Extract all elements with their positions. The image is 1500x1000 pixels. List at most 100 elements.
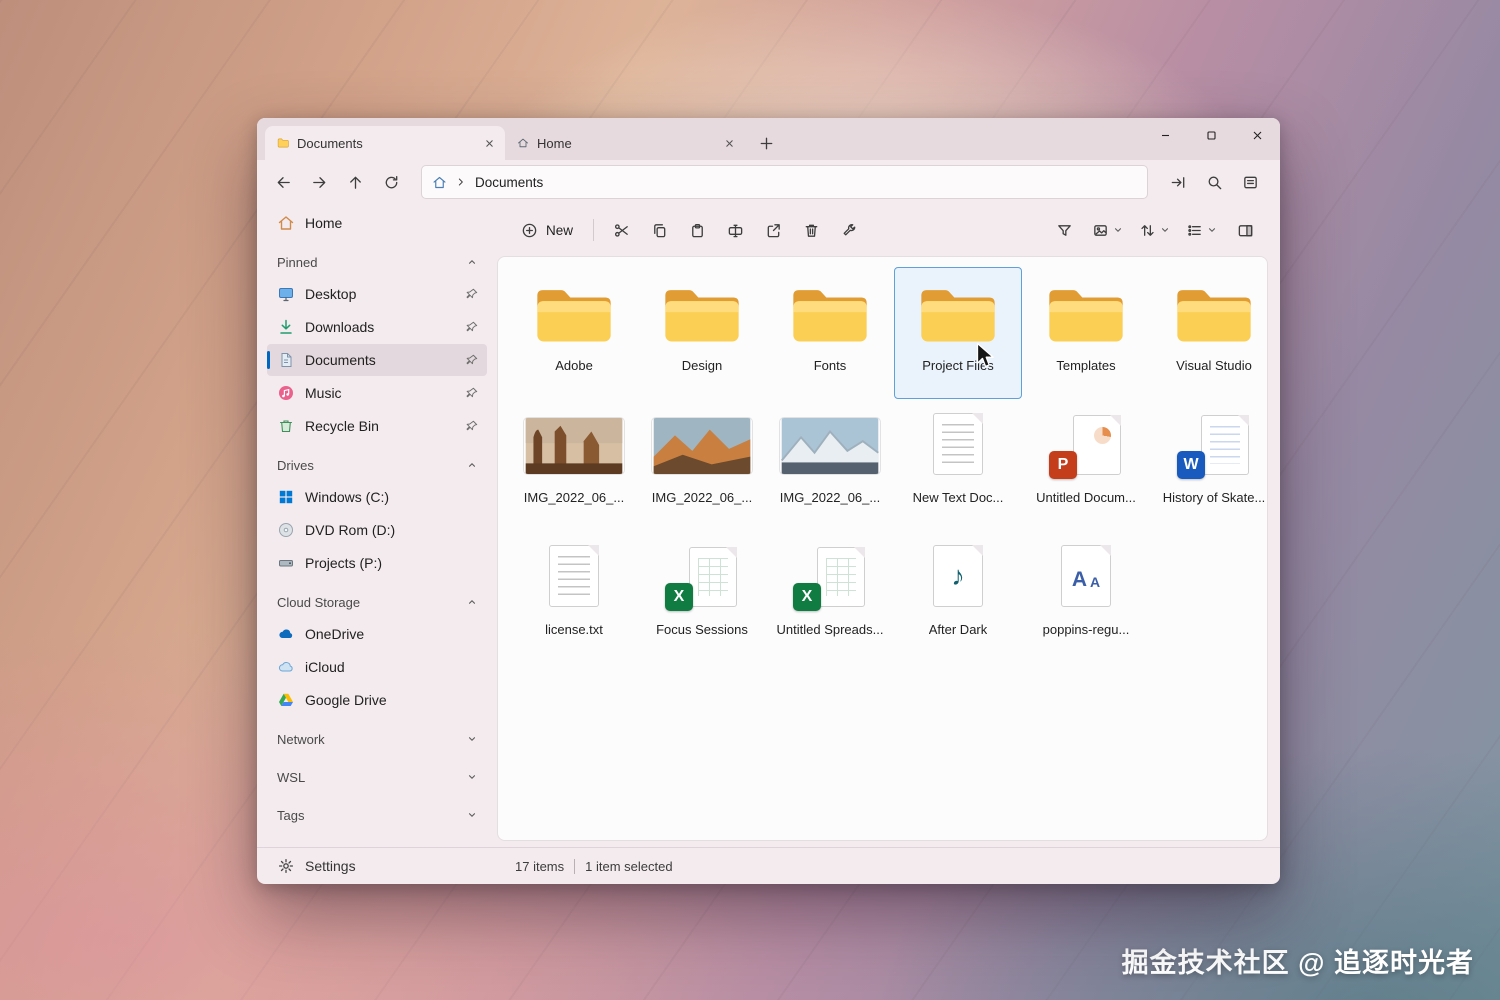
settings-label: Settings — [305, 858, 356, 874]
pin-icon[interactable] — [465, 419, 479, 433]
tab-documents[interactable]: Documents — [265, 126, 505, 160]
file-name: IMG_2022_06_... — [779, 490, 881, 505]
sidebar-item-label: Projects (P:) — [305, 555, 383, 571]
address-bar[interactable]: Documents — [421, 165, 1148, 199]
rename-button[interactable] — [716, 213, 754, 247]
file-tile[interactable]: IMG_2022_06_... — [510, 399, 638, 531]
file-name: Untitled Spreads... — [776, 622, 884, 637]
sidebar-section-cloud-storage[interactable]: Cloud Storage — [265, 587, 491, 617]
group-button[interactable] — [1179, 213, 1224, 247]
sidebar-section-wsl[interactable]: WSL — [265, 762, 491, 792]
pin-icon[interactable] — [465, 386, 479, 400]
sidebar-section-drives[interactable]: Drives — [265, 450, 491, 480]
properties-button[interactable] — [830, 213, 868, 247]
sidebar-item-downloads[interactable]: Downloads — [267, 311, 487, 343]
refresh-button[interactable] — [375, 166, 407, 198]
file-tile[interactable]: Visual Studio — [1150, 267, 1267, 399]
paste-button[interactable] — [678, 213, 716, 247]
tab-home[interactable]: Home — [505, 126, 745, 160]
sidebar-item-documents[interactable]: Documents — [267, 344, 487, 376]
plus-icon — [760, 137, 772, 149]
pin-icon[interactable] — [465, 287, 479, 301]
image-thumbnail — [653, 418, 751, 474]
jump-to-button[interactable] — [1162, 166, 1194, 198]
home-icon — [433, 176, 446, 188]
rename-icon — [728, 224, 742, 237]
sidebar-item-label: Recycle Bin — [305, 418, 379, 434]
file-tile[interactable]: Focus Sessions — [638, 531, 766, 663]
window-body: Home Pinned Desktop Downloads Documents — [257, 204, 1280, 847]
sidebar-item-desktop[interactable]: Desktop — [267, 278, 487, 310]
folder-icon — [793, 290, 867, 342]
forward-button[interactable] — [303, 166, 335, 198]
new-button[interactable]: New — [509, 213, 585, 247]
settings-button[interactable]: Settings — [269, 851, 497, 881]
image-thumbnail — [525, 418, 623, 474]
drive-icon — [279, 560, 293, 567]
file-tile[interactable]: After Dark — [894, 531, 1022, 663]
sidebar-item-music[interactable]: Music — [267, 377, 487, 409]
file-tile[interactable]: license.txt — [510, 531, 638, 663]
file-tile[interactable]: Design — [638, 267, 766, 399]
search-button[interactable] — [1198, 166, 1230, 198]
back-button[interactable] — [267, 166, 299, 198]
file-tile[interactable]: Untitled Spreads... — [766, 531, 894, 663]
sidebar-item-onedrive[interactable]: OneDrive — [267, 618, 487, 650]
file-tile[interactable]: IMG_2022_06_... — [638, 399, 766, 531]
tab-label: Documents — [297, 135, 363, 151]
section-label: Network — [277, 731, 325, 747]
tab-close-button[interactable] — [479, 133, 499, 153]
maximize-icon — [1206, 130, 1216, 140]
preview-pane-button[interactable] — [1226, 213, 1264, 247]
icloud-icon — [278, 662, 293, 672]
folder-icon — [1177, 290, 1251, 342]
file-tile[interactable]: History of Skate... — [1150, 399, 1267, 531]
share-button[interactable] — [754, 213, 792, 247]
file-tile[interactable]: Adobe — [510, 267, 638, 399]
tab-close-button[interactable] — [719, 133, 739, 153]
file-tile-selected[interactable]: Project Files — [894, 267, 1022, 399]
sidebar-section-network[interactable]: Network — [265, 724, 491, 754]
sidebar-item-windows-c[interactable]: Windows (C:) — [267, 481, 487, 513]
copy-button[interactable] — [640, 213, 678, 247]
filter-button[interactable] — [1045, 213, 1083, 247]
file-name: Untitled Docum... — [1036, 490, 1136, 505]
cut-button[interactable] — [602, 213, 640, 247]
up-button[interactable] — [339, 166, 371, 198]
file-tile[interactable]: New Text Doc... — [894, 399, 1022, 531]
breadcrumb-segment[interactable]: Documents — [475, 175, 543, 190]
file-tile[interactable]: IMG_2022_06_... — [766, 399, 894, 531]
delete-button[interactable] — [792, 213, 830, 247]
sidebar-item-dvd[interactable]: DVD Rom (D:) — [267, 514, 487, 546]
view-mode-button[interactable] — [1085, 213, 1130, 247]
excel-file-icon — [793, 545, 867, 611]
sidebar-section-pinned[interactable]: Pinned — [265, 247, 491, 277]
chevron-down-icon — [1208, 228, 1216, 232]
maximize-button[interactable] — [1188, 118, 1234, 152]
sidebar-item-google-drive[interactable]: Google Drive — [267, 684, 487, 716]
home-icon — [278, 216, 294, 230]
minimize-button[interactable] — [1142, 118, 1188, 152]
sidebar-item-label: Documents — [305, 352, 376, 368]
folder-icon — [1049, 290, 1123, 342]
pin-icon[interactable] — [465, 353, 479, 367]
file-tile[interactable]: Untitled Docum... — [1022, 399, 1150, 531]
details-button[interactable] — [1234, 166, 1266, 198]
text-file-icon — [537, 545, 611, 611]
sidebar-item-home[interactable]: Home — [267, 207, 487, 239]
file-tile[interactable]: Templates — [1022, 267, 1150, 399]
file-name: Focus Sessions — [656, 622, 748, 637]
sidebar-item-icloud[interactable]: iCloud — [267, 651, 487, 683]
sort-button[interactable] — [1132, 213, 1177, 247]
pin-icon[interactable] — [465, 320, 479, 334]
file-tile[interactable]: Fonts — [766, 267, 894, 399]
windows-drive-icon — [279, 490, 293, 504]
new-button-label: New — [546, 222, 574, 238]
sidebar-section-tags[interactable]: Tags — [265, 800, 491, 830]
sidebar-item-projects[interactable]: Projects (P:) — [267, 547, 487, 579]
close-button[interactable] — [1234, 118, 1280, 152]
font-file-icon — [1049, 545, 1123, 611]
file-tile[interactable]: poppins-regu... — [1022, 531, 1150, 663]
sidebar-item-recycle-bin[interactable]: Recycle Bin — [267, 410, 487, 442]
new-tab-button[interactable] — [751, 128, 781, 158]
